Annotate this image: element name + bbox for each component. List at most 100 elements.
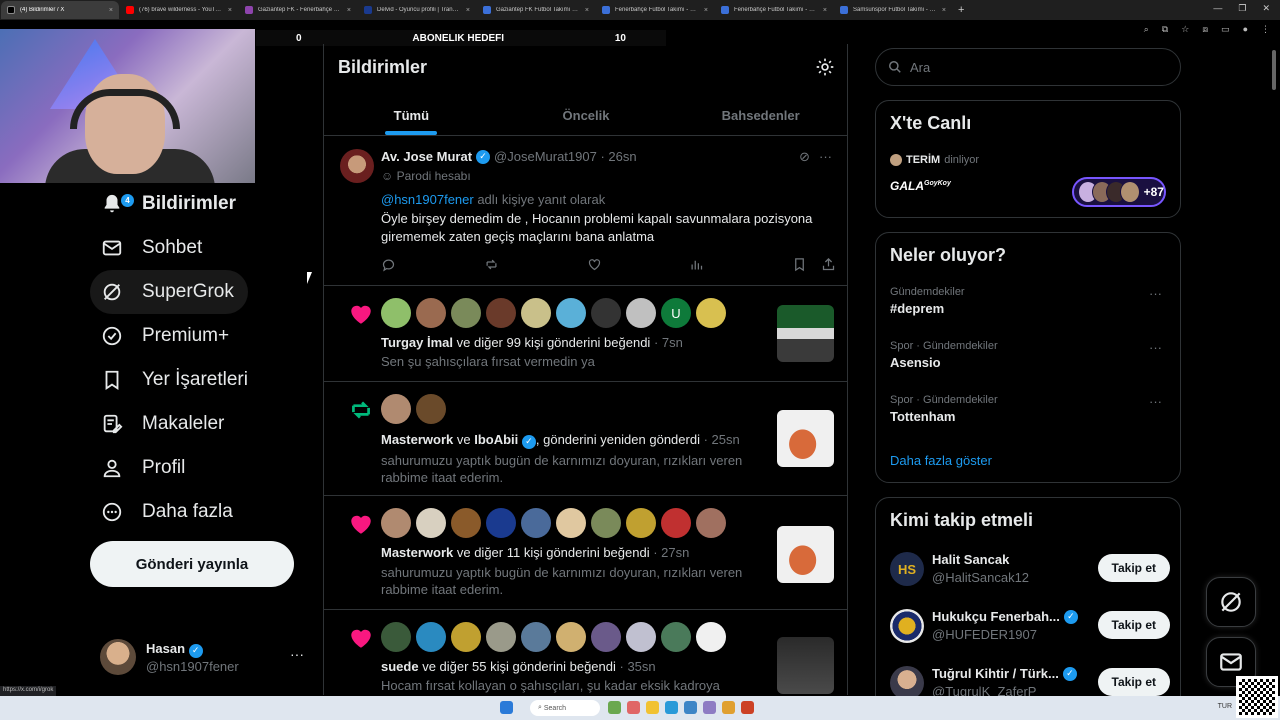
browser-tab[interactable]: Gaziantep FK - Fenerbahçe Ma... × bbox=[239, 1, 357, 19]
browser-tab[interactable]: (76) brave wilderness - YouTube × bbox=[120, 1, 238, 19]
minimize-icon[interactable]: — bbox=[1213, 3, 1222, 14]
browser-tab[interactable]: (4) Bildirimler / X × bbox=[1, 1, 119, 19]
post-thumbnail[interactable] bbox=[777, 637, 834, 694]
browser-tab[interactable]: Delvid - Oyuncu profili | Transfe... × bbox=[358, 1, 476, 19]
store-icon[interactable] bbox=[684, 701, 697, 714]
bookmark-icon[interactable] bbox=[792, 257, 807, 272]
new-tab-button[interactable]: + bbox=[958, 4, 964, 16]
avatar[interactable] bbox=[890, 666, 924, 700]
language-indicator[interactable]: TUR bbox=[1218, 703, 1232, 710]
avatar[interactable] bbox=[890, 609, 924, 643]
actor-name[interactable]: Turgay İmal bbox=[381, 335, 453, 350]
avatar[interactable] bbox=[451, 622, 481, 652]
repost-icon[interactable] bbox=[484, 257, 499, 272]
taskbar-search[interactable]: ⌕ Search bbox=[530, 700, 600, 716]
follow-button[interactable]: Takip et bbox=[1097, 611, 1170, 639]
post-thumbnail[interactable] bbox=[777, 305, 834, 362]
avatar[interactable] bbox=[626, 298, 656, 328]
nav-item-chat[interactable]: Sohbet bbox=[90, 226, 216, 270]
trend-item[interactable]: Gündemdekiler #deprem ··· bbox=[890, 286, 1170, 316]
avatar[interactable] bbox=[381, 622, 411, 652]
avatar[interactable] bbox=[381, 298, 411, 328]
avatar[interactable]: HS bbox=[890, 552, 924, 586]
search-input[interactable] bbox=[910, 59, 1150, 75]
nav-item-more[interactable]: Daha fazla bbox=[90, 490, 247, 534]
avatar[interactable] bbox=[626, 622, 656, 652]
avatar[interactable] bbox=[521, 622, 551, 652]
avatar[interactable] bbox=[486, 298, 516, 328]
more-icon[interactable]: ··· bbox=[1149, 340, 1162, 355]
avatar[interactable] bbox=[416, 298, 446, 328]
avatar[interactable] bbox=[626, 508, 656, 538]
nav-item-supergrok[interactable]: SuperGrok bbox=[90, 270, 248, 314]
avatar[interactable] bbox=[381, 508, 411, 538]
notification-item[interactable]: U Turgay İmal ve diğer 99 kişi gönderini… bbox=[324, 287, 847, 382]
extensions-icon[interactable]: ⧈ bbox=[1202, 24, 1208, 35]
avatar[interactable] bbox=[661, 622, 691, 652]
tab-priority[interactable]: Öncelik bbox=[499, 96, 674, 135]
avatar[interactable] bbox=[451, 298, 481, 328]
edge-icon[interactable] bbox=[665, 701, 678, 714]
avatar[interactable] bbox=[486, 622, 516, 652]
profile-icon[interactable]: ● bbox=[1243, 24, 1248, 35]
notification-item[interactable]: Masterwork ve diğer 11 kişi gönderini be… bbox=[324, 497, 847, 610]
sidebar-icon[interactable]: ▭ bbox=[1221, 24, 1230, 35]
cast-icon[interactable]: ⧉ bbox=[1162, 24, 1168, 35]
listener-name[interactable]: TERİM bbox=[906, 154, 940, 166]
avatar[interactable] bbox=[556, 508, 586, 538]
actor-name[interactable]: IboAbii bbox=[474, 432, 518, 447]
more-icon[interactable]: ··· bbox=[1149, 394, 1162, 409]
close-tab-icon[interactable]: × bbox=[228, 7, 232, 14]
like-icon[interactable] bbox=[587, 257, 602, 272]
share-icon[interactable] bbox=[821, 257, 836, 272]
avatar[interactable] bbox=[696, 298, 726, 328]
actor-name[interactable]: Masterwork bbox=[381, 432, 453, 447]
follow-button[interactable]: Takip et bbox=[1097, 554, 1170, 582]
tab-all[interactable]: Tümü bbox=[324, 96, 499, 135]
nav-item-articles[interactable]: Makaleler bbox=[90, 402, 238, 446]
account-switcher[interactable]: Hasan ✓ @hsn1907fener ··· bbox=[100, 638, 310, 678]
notification-item[interactable]: suede ve diğer 55 kişi gönderini beğendi… bbox=[324, 611, 847, 695]
search-box[interactable] bbox=[875, 48, 1181, 86]
tab-mentions[interactable]: Bahsedenler bbox=[673, 96, 847, 135]
notification-item[interactable]: Masterwork ve IboAbii ✓, gönderini yenid… bbox=[324, 383, 847, 496]
show-more-link[interactable]: Daha fazla göster bbox=[890, 453, 992, 468]
post-button[interactable]: Gönderi yayınla bbox=[90, 541, 294, 587]
folder-icon[interactable] bbox=[646, 701, 659, 714]
trend-item[interactable]: Spor · Gündemdekiler Asensio ··· bbox=[890, 340, 1170, 370]
close-window-icon[interactable]: ✕ bbox=[1262, 3, 1270, 14]
follow-suggestion[interactable]: Hukukçu Fenerbah... ✓ @HUFEDER1907 Takip … bbox=[890, 607, 1170, 647]
nav-item-premium[interactable]: Premium+ bbox=[90, 314, 243, 358]
avatar[interactable] bbox=[591, 622, 621, 652]
zoom-icon[interactable]: ⌕ bbox=[1144, 24, 1149, 35]
trend-item[interactable]: Spor · Gündemdekiler Tottenham ··· bbox=[890, 394, 1170, 424]
nav-item-profile[interactable]: Profil bbox=[90, 446, 199, 490]
space-listeners-pill[interactable]: +87 bbox=[1072, 177, 1166, 207]
avatar[interactable] bbox=[696, 622, 726, 652]
browser-tab[interactable]: Fenerbahçe Futbol Takımı - 202... × bbox=[596, 1, 714, 19]
avatar[interactable] bbox=[416, 508, 446, 538]
reply-tweet[interactable]: Av. Jose Murat ✓ @JoseMurat1907 · 26sn ⊘… bbox=[324, 137, 847, 286]
avatar[interactable] bbox=[591, 508, 621, 538]
app-icon[interactable] bbox=[703, 701, 716, 714]
follow-suggestion[interactable]: HS Halit Sancak @HalitSancak12 Takip et bbox=[890, 550, 1170, 590]
app-icon[interactable] bbox=[741, 701, 754, 714]
close-tab-icon[interactable]: × bbox=[466, 7, 470, 14]
avatar[interactable] bbox=[521, 298, 551, 328]
close-tab-icon[interactable]: × bbox=[823, 7, 827, 14]
menu-icon[interactable]: ⋮ bbox=[1261, 24, 1270, 35]
scrollbar[interactable] bbox=[1272, 50, 1276, 90]
browser-tab[interactable]: Gaziantep FK Futbol Takımı - 20... × bbox=[477, 1, 595, 19]
nav-item-bookmarks[interactable]: Yer İşaretleri bbox=[90, 358, 262, 402]
close-tab-icon[interactable]: × bbox=[109, 7, 113, 14]
avatar[interactable] bbox=[696, 508, 726, 538]
author-name[interactable]: Av. Jose Murat bbox=[381, 149, 472, 164]
browser-tab[interactable]: Fenerbahçe Futbol Takımı - 202... × bbox=[715, 1, 833, 19]
windows-start-icon[interactable] bbox=[500, 701, 513, 714]
browser-tab[interactable]: Samsunspor Futbol Takımı - 20... × bbox=[834, 1, 952, 19]
views-icon[interactable] bbox=[689, 257, 704, 272]
app-icon[interactable] bbox=[627, 701, 640, 714]
avatar[interactable] bbox=[416, 394, 446, 424]
avatar[interactable] bbox=[340, 149, 374, 183]
avatar[interactable] bbox=[486, 508, 516, 538]
